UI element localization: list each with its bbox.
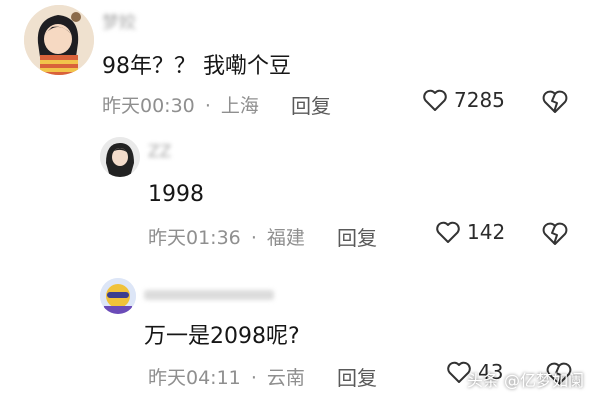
comment-location: 云南 — [266, 367, 305, 389]
reply-button[interactable]: 回复 — [337, 222, 377, 251]
comment-time: 昨天04:11 — [148, 367, 241, 389]
dislike-button[interactable] — [541, 89, 569, 119]
meta-separator: · — [250, 227, 257, 249]
reply-button[interactable]: 回复 — [291, 90, 331, 119]
heart-icon — [436, 221, 460, 243]
meta-separator: · — [250, 367, 257, 389]
avatar[interactable] — [100, 278, 136, 314]
comment-time: 昨天00:30 — [102, 95, 195, 117]
comment-username[interactable]: 梦姣 — [102, 8, 136, 33]
avatar-illustration — [100, 137, 140, 177]
avatar-illustration — [24, 5, 94, 75]
comment-content: 1998 — [148, 182, 204, 207]
avatar[interactable] — [100, 137, 140, 177]
like-count: 142 — [467, 220, 506, 244]
reply-button[interactable]: 回复 — [337, 362, 377, 391]
username-redacted — [144, 290, 274, 300]
comment-time: 昨天01:36 — [148, 227, 241, 249]
comment-content: 98年？？ 我嘞个豆 — [102, 54, 291, 79]
meta-separator: · — [204, 95, 211, 117]
comment-meta: 昨天01:36 · 福建 — [148, 223, 305, 250]
comment-meta: 昨天00:30 · 上海 — [102, 91, 259, 118]
like-count: 7285 — [454, 88, 505, 112]
broken-heart-icon — [542, 222, 568, 245]
avatar[interactable] — [24, 5, 94, 75]
comment-meta: 昨天04:11 · 云南 — [148, 363, 305, 390]
heart-icon — [423, 89, 447, 111]
avatar-illustration — [100, 278, 136, 314]
comment-username[interactable]: ZZ — [148, 142, 171, 162]
comment-location: 上海 — [220, 95, 259, 117]
comment-location: 福建 — [266, 227, 305, 249]
watermark: 头条 @亿梦如阑 — [466, 371, 584, 390]
comment-content: 万一是2098呢? — [144, 324, 300, 349]
dislike-button[interactable] — [541, 221, 569, 251]
like-button[interactable]: 142 — [435, 220, 505, 244]
broken-heart-icon — [542, 90, 568, 113]
like-button[interactable]: 7285 — [422, 88, 505, 112]
